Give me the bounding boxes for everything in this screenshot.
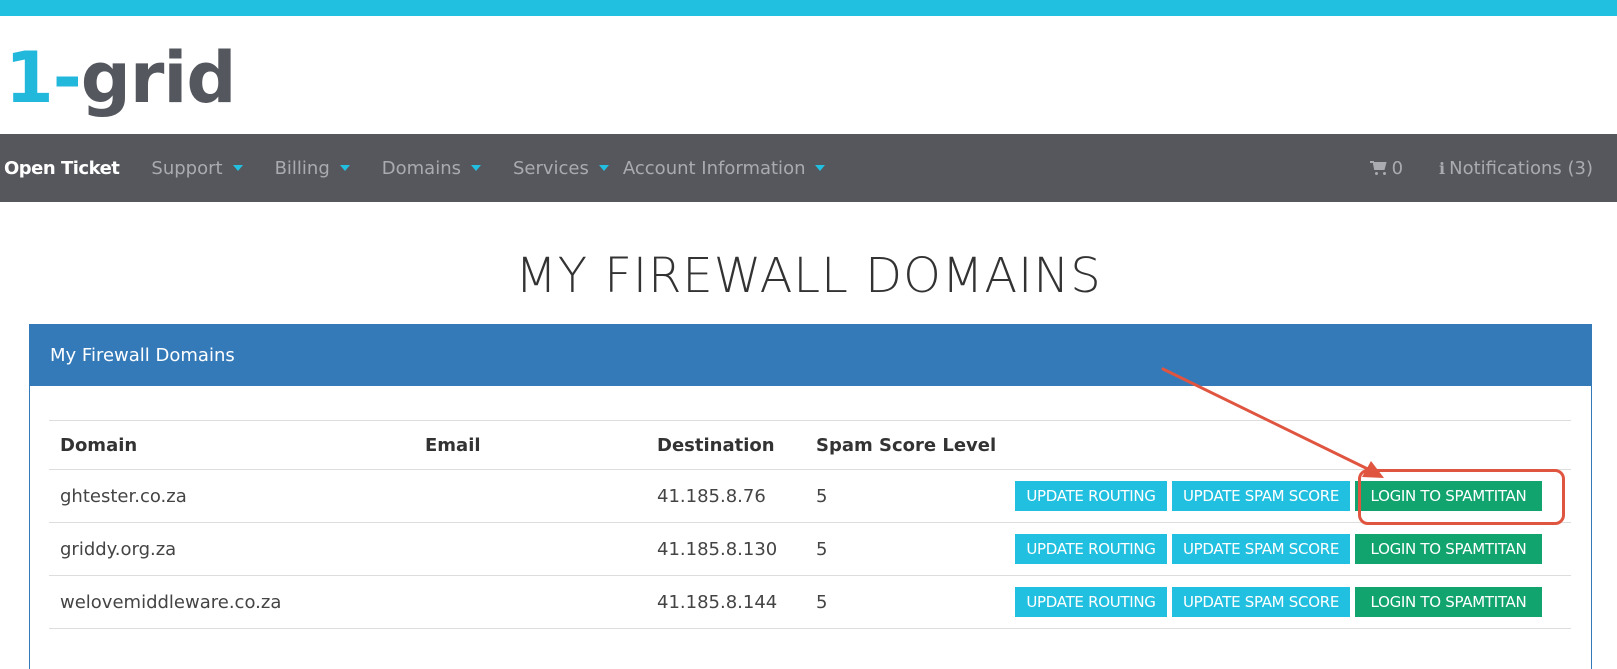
annotation-highlight-box — [1358, 469, 1565, 525]
annotation-arrow — [1161, 367, 1384, 478]
